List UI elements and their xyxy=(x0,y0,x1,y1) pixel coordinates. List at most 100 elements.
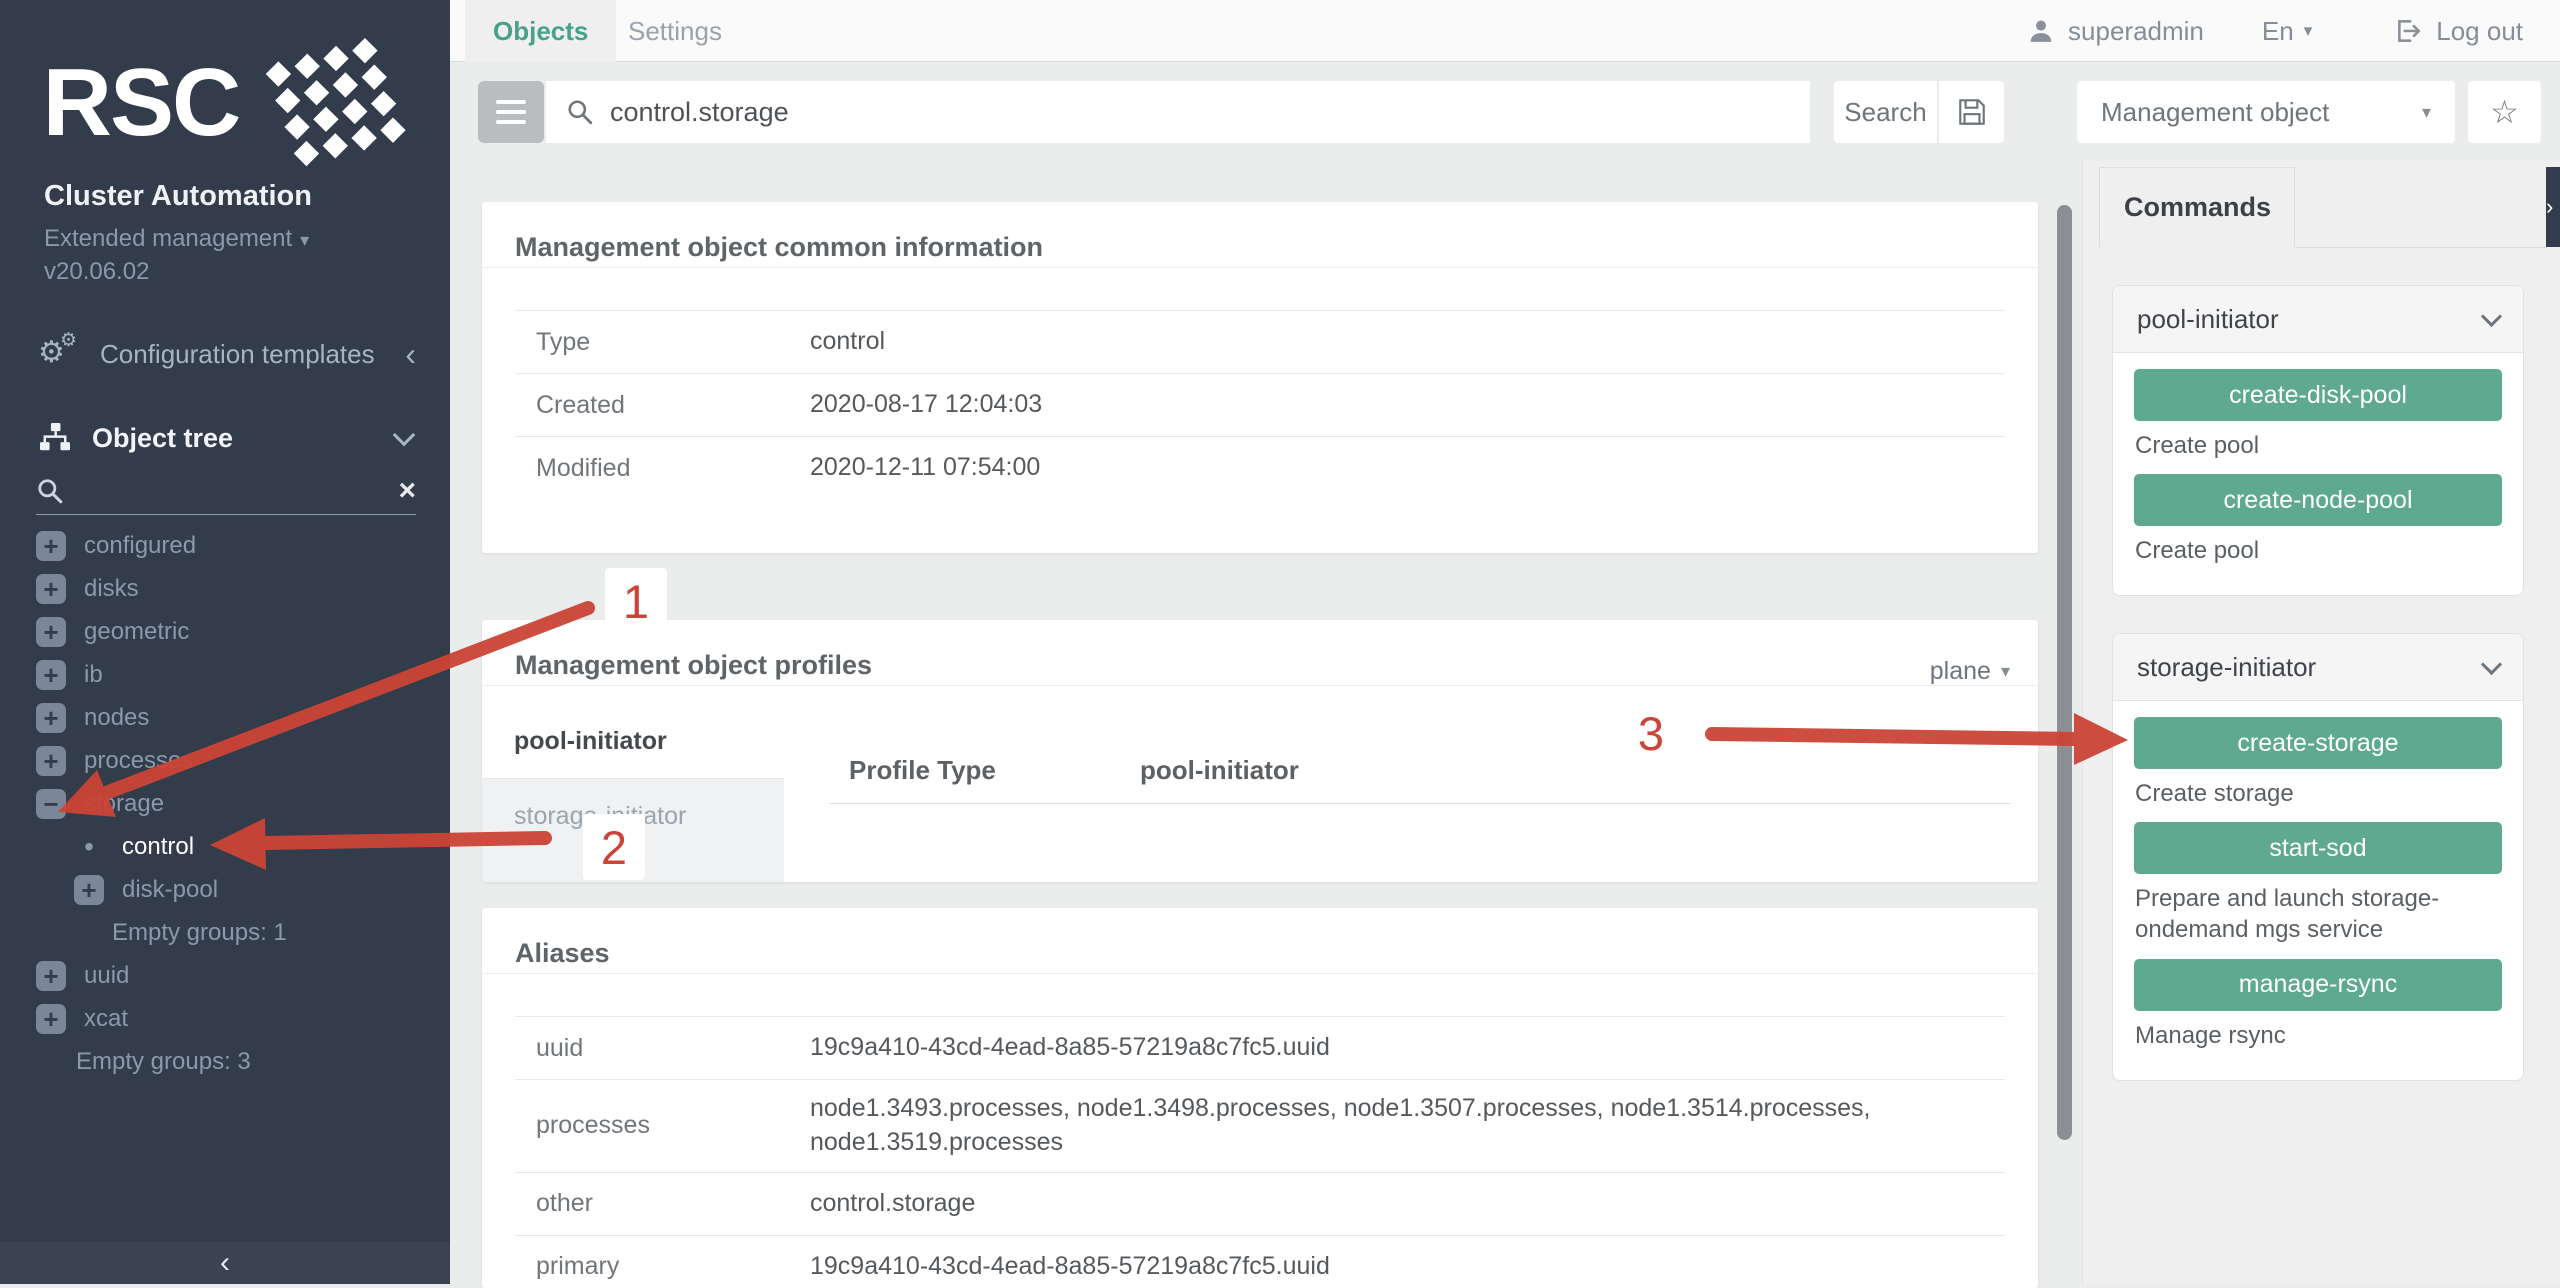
plus-square-icon[interactable]: + xyxy=(36,703,66,733)
command-group-pool-initiator: pool-initiator create-disk-pool Create p… xyxy=(2112,285,2524,596)
profile-type-row: Profile Type pool-initiator xyxy=(849,755,1299,786)
profiles-card: Management object profiles plane ▾ pool-… xyxy=(482,620,2038,882)
tree-item-geometric[interactable]: + geometric xyxy=(0,610,450,653)
minus-square-icon[interactable]: − xyxy=(36,789,66,819)
user-icon xyxy=(2028,18,2054,44)
panel-collapse-button[interactable]: › xyxy=(2546,167,2560,247)
command-create-disk-pool-button[interactable]: create-disk-pool xyxy=(2134,369,2502,421)
chevron-down-icon xyxy=(2481,305,2502,326)
search-icon xyxy=(566,98,594,126)
table-row: Type control xyxy=(515,311,2005,373)
annotation-step-3: 3 xyxy=(1618,702,1684,764)
common-info-table: Type control Created 2020-08-17 12:04:03… xyxy=(515,310,2005,499)
object-tree-label: Object tree xyxy=(92,423,233,454)
tree-item-uuid[interactable]: + uuid xyxy=(0,954,450,997)
logo-text: RSC xyxy=(43,55,240,151)
common-info-title: Management object common information xyxy=(515,232,2005,263)
command-description: Create storage xyxy=(2135,778,2502,809)
command-group-storage-initiator: storage-initiator create-storage Create … xyxy=(2112,633,2524,1081)
tab-commands[interactable]: Commands xyxy=(2099,167,2295,247)
search-button[interactable]: Search xyxy=(1834,81,1937,143)
tree-item-nodes[interactable]: + nodes xyxy=(0,696,450,739)
accordion-header-storage-initiator[interactable]: storage-initiator xyxy=(2113,634,2523,701)
command-description: Prepare and launch storage-ondemand mgs … xyxy=(2135,883,2502,945)
object-type-select[interactable]: Management object ▾ xyxy=(2077,81,2455,143)
app-root: RSC xyxy=(0,0,2560,1284)
tree-item-ib[interactable]: + ib xyxy=(0,653,450,696)
tree-item-disk-pool[interactable]: + disk-pool xyxy=(0,868,450,911)
command-create-node-pool-button[interactable]: create-node-pool xyxy=(2134,474,2502,526)
tab-settings[interactable]: Settings xyxy=(600,0,750,62)
diamond-flag-logo-icon xyxy=(255,38,407,167)
tree-item-configured[interactable]: + configured xyxy=(0,524,450,567)
scrollbar-thumb[interactable] xyxy=(2057,205,2072,1140)
menu-toggle-button[interactable] xyxy=(478,81,544,143)
plus-square-icon[interactable]: + xyxy=(36,660,66,690)
command-manage-rsync-button[interactable]: manage-rsync xyxy=(2134,959,2502,1011)
sidebar-collapse-button[interactable]: ‹ xyxy=(0,1242,450,1284)
tree-item-control[interactable]: • control xyxy=(0,825,450,868)
plus-square-icon[interactable]: + xyxy=(36,1004,66,1034)
annotation-step-1: 1 xyxy=(605,568,667,634)
language-selector[interactable]: En ▾ xyxy=(2262,16,2312,47)
tree-search[interactable]: × xyxy=(36,468,416,515)
app-version: v20.06.02 xyxy=(44,258,149,286)
edition-label: Extended management xyxy=(44,225,292,252)
search-input[interactable] xyxy=(608,96,1810,129)
configuration-templates-label: Configuration templates xyxy=(100,339,375,370)
plus-square-icon[interactable]: + xyxy=(36,617,66,647)
main-content: Management object common information Typ… xyxy=(450,161,2082,1284)
profiles-title: Management object profiles xyxy=(515,650,2005,681)
tree-item-disks[interactable]: + disks xyxy=(0,567,450,610)
topbar-right: superadmin En ▾ Log out xyxy=(2028,0,2523,62)
username: superadmin xyxy=(2068,16,2204,47)
table-row: Modified 2020-12-11 07:54:00 xyxy=(515,436,2005,499)
plus-square-icon[interactable]: + xyxy=(36,574,66,604)
gears-icon: ⚙⚙ xyxy=(38,337,80,371)
commands-tabstrip xyxy=(2295,167,2547,248)
aliases-table: uuid 19c9a410-43cd-4ead-8a85-57219a8c7fc… xyxy=(515,1016,2005,1288)
command-start-sod-button[interactable]: start-sod xyxy=(2134,822,2502,874)
profile-view-selector[interactable]: plane ▾ xyxy=(1930,657,2010,686)
plus-square-icon[interactable]: + xyxy=(36,746,66,776)
app-title: Cluster Automation xyxy=(44,180,312,213)
command-create-storage-button[interactable]: create-storage xyxy=(2134,717,2502,769)
sitemap-icon xyxy=(38,423,72,453)
logo: RSC xyxy=(0,38,450,167)
plus-square-icon[interactable]: + xyxy=(36,961,66,991)
accordion-header-pool-initiator[interactable]: pool-initiator xyxy=(2113,286,2523,353)
search-row: Search Management object ▾ ☆ xyxy=(450,62,2560,161)
edition-selector[interactable]: Extended management▾ xyxy=(44,225,309,253)
tree-item-processes[interactable]: + processes xyxy=(0,739,450,782)
plus-square-icon[interactable]: + xyxy=(36,531,66,561)
object-search-field[interactable] xyxy=(546,81,1810,143)
star-icon: ☆ xyxy=(2490,93,2519,131)
table-row: processes node1.3493.processes, node1.34… xyxy=(515,1079,2005,1172)
aliases-title: Aliases xyxy=(515,938,2005,969)
logout-button[interactable]: Log out xyxy=(2394,16,2523,47)
clear-search-icon[interactable]: × xyxy=(398,476,416,506)
favorite-button[interactable]: ☆ xyxy=(2468,81,2541,143)
sidebar-item-object-tree[interactable]: Object tree xyxy=(0,410,450,466)
tree-item-storage[interactable]: − storage xyxy=(0,782,450,825)
tree-item-xcat[interactable]: + xcat xyxy=(0,997,450,1040)
sidebar-item-configuration-templates[interactable]: ⚙⚙ Configuration templates ‹ xyxy=(0,326,450,382)
table-row: uuid 19c9a410-43cd-4ead-8a85-57219a8c7fc… xyxy=(515,1017,2005,1079)
caret-down-icon: ▾ xyxy=(2001,661,2010,682)
plus-square-icon[interactable]: + xyxy=(74,875,104,905)
user-menu[interactable]: superadmin xyxy=(2028,16,2204,47)
command-description: Manage rsync xyxy=(2135,1020,2502,1051)
top-bar: Objects Settings superadmin En ▾ xyxy=(450,0,2560,62)
commands-panel: Commands › pool-initiator create-disk-po… xyxy=(2082,161,2560,1284)
scrollbar-track[interactable] xyxy=(2057,167,2072,1284)
floppy-disk-icon xyxy=(1956,96,1988,128)
common-info-card: Management object common information Typ… xyxy=(482,202,2038,553)
tree-item-empty-groups-root[interactable]: Empty groups: 3 xyxy=(0,1040,450,1083)
tree-item-empty-groups-storage[interactable]: Empty groups: 1 xyxy=(0,911,450,954)
tab-pool-initiator[interactable]: pool-initiator xyxy=(482,705,784,779)
save-search-button[interactable] xyxy=(1938,81,2004,143)
aliases-card: Aliases uuid 19c9a410-43cd-4ead-8a85-572… xyxy=(482,908,2038,1288)
tab-objects[interactable]: Objects xyxy=(465,0,616,62)
logout-icon xyxy=(2394,17,2422,45)
caret-down-icon: ▾ xyxy=(2304,21,2313,41)
